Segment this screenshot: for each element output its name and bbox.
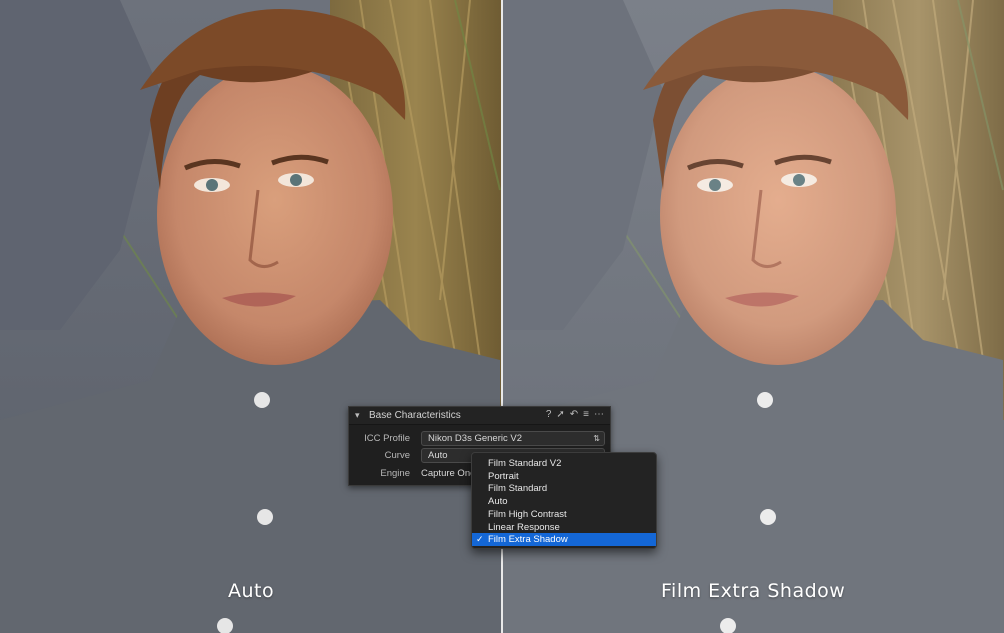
- menu-item-label: Film Standard V2: [488, 458, 562, 469]
- photo-auto: [0, 0, 501, 633]
- caption-film-extra-shadow: Film Extra Shadow: [661, 580, 846, 602]
- menu-item-label: Auto: [488, 496, 508, 508]
- caption-auto: Auto: [228, 580, 275, 602]
- menu-item-label: Film High Contrast: [488, 508, 567, 520]
- chevron-down-icon[interactable]: ▾: [355, 410, 360, 421]
- menu-item-auto[interactable]: Auto: [472, 495, 656, 508]
- eyedropper-icon[interactable]: ➚: [556, 409, 564, 421]
- more-icon[interactable]: ⋯: [594, 409, 604, 421]
- engine-label: Engine: [380, 468, 410, 479]
- menu-item-label: Film Standard: [488, 483, 548, 495]
- portrait-image-auto: [0, 0, 501, 633]
- reset-icon[interactable]: ↶: [570, 409, 578, 421]
- menu-item-label: Linear Response: [488, 521, 560, 533]
- checkmark-icon: ✓: [476, 534, 484, 545]
- panel-header[interactable]: ▾ Base Characteristics ? ➚ ↶ ≡ ⋯: [349, 407, 610, 425]
- comparison-stage: Auto Film Extra Shadow ▾ Base Characteri…: [0, 0, 1004, 633]
- icc-profile-row: ICC Profile Nikon D3s Generic V2 ⇅: [349, 431, 610, 447]
- menu-lines-icon[interactable]: ≡: [583, 409, 589, 421]
- curve-value: Auto: [428, 450, 448, 461]
- menu-item-label: Film Extra Shadow: [488, 534, 568, 546]
- panel-tools: ? ➚ ↶ ≡ ⋯: [546, 409, 604, 421]
- menu-item-label: Portrait: [488, 470, 519, 482]
- menu-item-film-extra-shadow[interactable]: ✓ Film Extra Shadow: [472, 533, 656, 546]
- updown-arrows-icon: ⇅: [593, 434, 600, 443]
- curve-label: Curve: [384, 450, 410, 461]
- menu-item-linear-response[interactable]: Linear Response: [472, 521, 656, 534]
- panel-title: Base Characteristics: [369, 410, 461, 421]
- question-icon[interactable]: ?: [546, 409, 552, 421]
- engine-value: Capture One: [421, 468, 476, 479]
- icc-profile-select[interactable]: Nikon D3s Generic V2 ⇅: [421, 431, 605, 446]
- icc-profile-label: ICC Profile: [364, 433, 410, 444]
- curve-dropdown-menu: Film Standard V2 Portrait Film Standard …: [471, 452, 657, 549]
- menu-item-portrait[interactable]: Portrait: [472, 470, 656, 483]
- menu-item-film-standard[interactable]: Film Standard: [472, 482, 656, 495]
- icc-profile-value: Nikon D3s Generic V2: [428, 433, 522, 444]
- menu-item-film-high-contrast[interactable]: Film High Contrast: [472, 508, 656, 521]
- menu-item-film-standard-v2[interactable]: Film Standard V2: [472, 457, 656, 470]
